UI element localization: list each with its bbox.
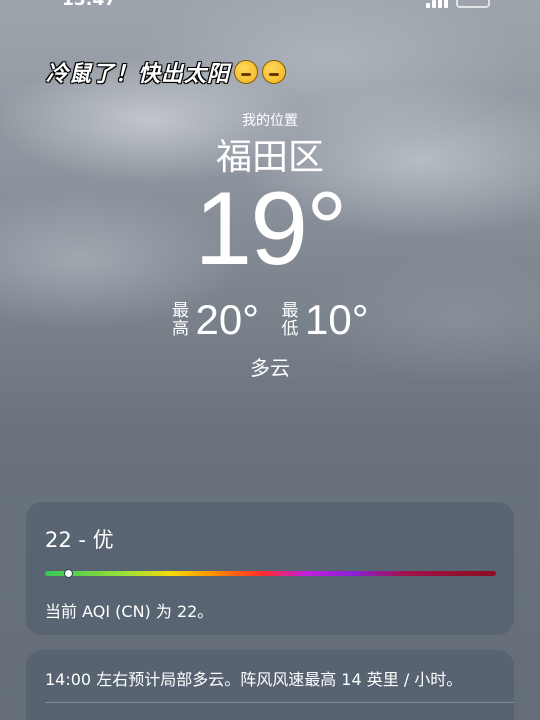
battery-icon [456,0,490,8]
high-label: 最高 [171,301,189,339]
aqi-title: 22 - 优 [45,528,114,552]
status-time: 13:47 [62,0,117,10]
aqi-description: 当前 AQI (CN) 为 22。 [45,602,214,621]
high-value: 20° [195,296,259,343]
low-label: 最低 [281,301,299,339]
forecast-card[interactable]: 14:00 左右预计局部多云。阵风风速最高 14 英里 / 小时。 [26,650,514,720]
headline-text: 冷鼠了！快出太阳 [46,62,231,87]
aqi-marker [64,569,73,578]
low-temperature: 最低 10° [281,296,369,344]
forecast-summary: 14:00 左右预计局部多云。阵风风速最高 14 英里 / 小时。 [45,670,463,689]
status-icons [426,0,490,8]
sticker-headline: 冷鼠了！快出太阳 [46,56,287,88]
sneezing-face-icon [234,60,259,84]
weather-screen: 13:47 冷鼠了！快出太阳 我的位置 福田区 19° 最高 20° 最低 10… [0,0,540,720]
weather-condition: 多云 [250,356,290,380]
low-value: 10° [305,296,369,343]
high-temperature: 最高 20° [171,296,259,344]
sneezing-face-icon [262,60,287,84]
aqi-scale-bar [45,569,496,578]
high-low-temperatures: 最高 20° 最低 10° [0,296,540,344]
current-temperature: 19° [194,171,347,287]
location-label: 我的位置 [242,113,298,129]
aqi-card[interactable]: 22 - 优 当前 AQI (CN) 为 22。 [26,502,514,635]
status-bar: 13:47 [0,0,540,10]
divider [45,702,514,703]
signal-icon [426,0,448,8]
